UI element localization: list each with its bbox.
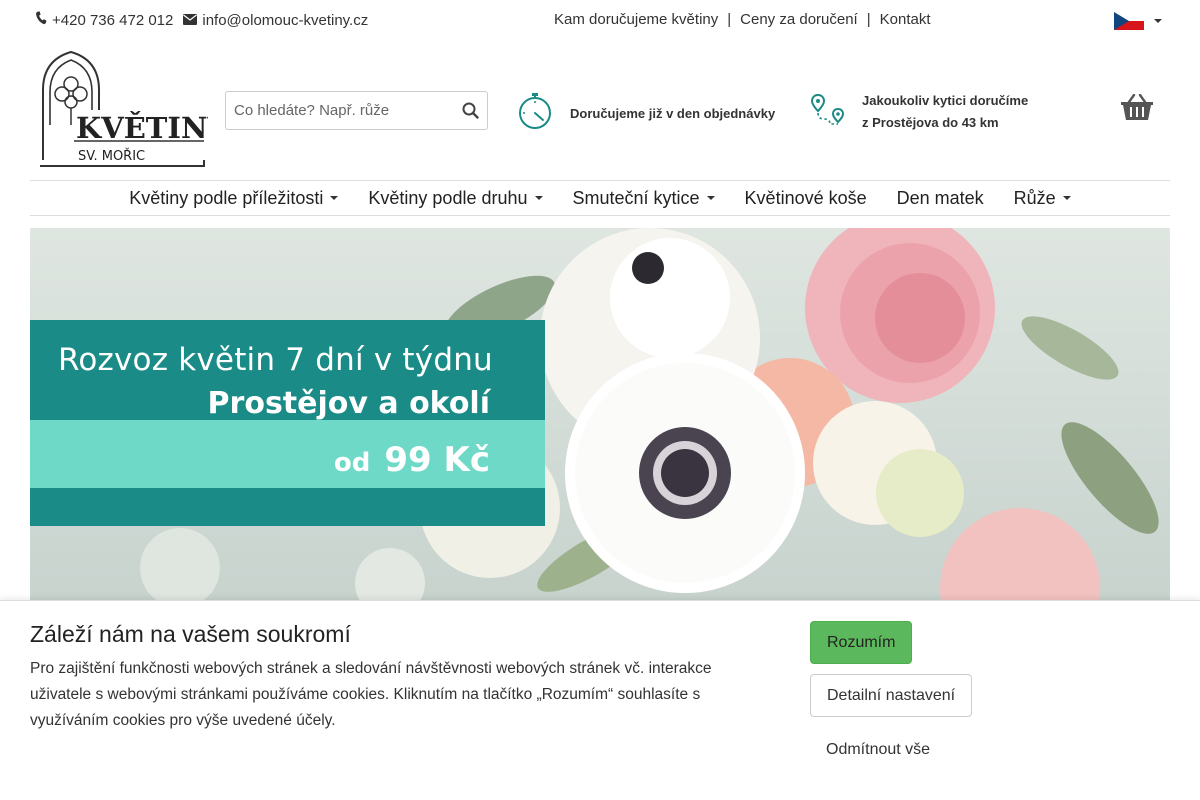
- nav-item-label: Květiny podle druhu: [368, 187, 528, 208]
- site-logo[interactable]: KVĚTINY SV. MOŘIC: [38, 50, 228, 170]
- promo-banner: Rozvoz květin 7 dní v týdnu Prostějov a …: [30, 320, 545, 526]
- promo-price-value: 99 Kč: [384, 440, 490, 480]
- promo-line2: Prostějov a okolí: [207, 386, 490, 421]
- cookie-consent-bar: Záleží nám na vašem soukromí Pro zajiště…: [0, 600, 1200, 800]
- stopwatch-icon: [517, 92, 553, 135]
- reject-cookies-button[interactable]: Odmítnout vše: [810, 728, 946, 771]
- logo-title: KVĚTINY: [76, 110, 208, 145]
- top-bar: +420 736 472 012 info@olomouc-kvetiny.cz…: [0, 0, 1200, 40]
- cookie-title: Záleží nám na vašem soukromí: [30, 621, 351, 647]
- nav-item-label: Růže: [1013, 187, 1056, 208]
- email-address: info@olomouc-kvetiny.cz: [202, 11, 369, 29]
- same-day-delivery-text: Doručujeme již v den objednávky: [570, 106, 776, 121]
- nav-item-mothers-day[interactable]: Den matek: [882, 188, 999, 209]
- nav-item-occasion[interactable]: Květiny podle příležitosti: [114, 188, 353, 209]
- search-icon: [462, 102, 479, 123]
- link-contact[interactable]: Kontakt: [880, 11, 931, 28]
- email-link[interactable]: info@olomouc-kvetiny.cz: [183, 12, 368, 29]
- link-delivery-prices[interactable]: Ceny za doručení: [740, 11, 858, 28]
- chevron-down-icon: [1062, 196, 1071, 200]
- cookie-text: Pro zajištění funkčnosti webových stráne…: [30, 660, 712, 729]
- phone-link[interactable]: +420 736 472 012: [35, 11, 173, 29]
- phone-number: +420 736 472 012: [52, 11, 174, 29]
- logo-graphic: KVĚTINY SV. MOŘIC: [40, 50, 228, 167]
- delivery-range-info: Jakoukoliv kytici doručíme z Prostějova …: [810, 90, 1028, 134]
- accept-cookies-button[interactable]: Rozumím: [810, 621, 913, 664]
- nav-item-funeral[interactable]: Smuteční kytice: [558, 188, 730, 209]
- search-input[interactable]: [226, 92, 446, 129]
- link-delivery-areas[interactable]: Kam doručujeme květiny: [554, 11, 718, 28]
- phone-icon: [35, 11, 47, 29]
- cart-button[interactable]: [1120, 93, 1154, 127]
- nav-item-roses[interactable]: Růže: [999, 188, 1086, 209]
- promo-line1: Rozvoz květin 7 dní v týdnu: [58, 342, 493, 378]
- nav-item-label: Den matek: [896, 187, 984, 208]
- nav-item-by-type[interactable]: Květiny podle druhu: [353, 188, 557, 209]
- promo-price: od 99 Kč: [334, 440, 490, 480]
- delivery-range-text: Jakoukoliv kytici doručíme z Prostějova …: [862, 90, 1028, 134]
- contact-info: +420 736 472 012 info@olomouc-kvetiny.cz: [35, 11, 378, 29]
- separator: |: [727, 11, 732, 28]
- delivery-range-line1: Jakoukoliv kytici doručíme: [862, 93, 1029, 108]
- nav-item-label: Smuteční kytice: [572, 187, 700, 208]
- nav-item-baskets[interactable]: Květinové koše: [730, 188, 882, 209]
- route-map-icon: [810, 93, 846, 132]
- nav-item-label: Květiny podle příležitosti: [129, 187, 324, 208]
- logo-subtitle: SV. MOŘIC: [78, 148, 145, 164]
- hero-banner[interactable]: Rozvoz květin 7 dní v týdnu Prostějov a …: [30, 228, 1170, 600]
- chevron-down-icon: [706, 196, 715, 200]
- cz-flag-icon: [1114, 12, 1144, 30]
- nav-item-label: Květinové koše: [744, 187, 867, 208]
- delivery-range-line2: z Prostějova do 43 km: [862, 115, 999, 130]
- main-navigation: Květiny podle příležitosti Květiny podle…: [30, 180, 1170, 216]
- chevron-down-icon: [534, 196, 543, 200]
- same-day-delivery-info: Doručujeme již v den objednávky: [517, 92, 775, 135]
- envelope-icon: [183, 12, 198, 29]
- top-links: Kam doručujeme květiny | Ceny za doručen…: [554, 11, 931, 28]
- separator: |: [866, 11, 871, 28]
- language-selector[interactable]: [1114, 12, 1162, 30]
- promo-price-prefix: od: [333, 448, 371, 478]
- basket-icon: [1120, 93, 1154, 126]
- cookie-settings-button[interactable]: Detailní nastavení: [810, 674, 973, 717]
- search-button[interactable]: [462, 102, 479, 124]
- chevron-down-icon: [1154, 19, 1162, 23]
- chevron-down-icon: [330, 196, 339, 200]
- search-box: [225, 91, 488, 130]
